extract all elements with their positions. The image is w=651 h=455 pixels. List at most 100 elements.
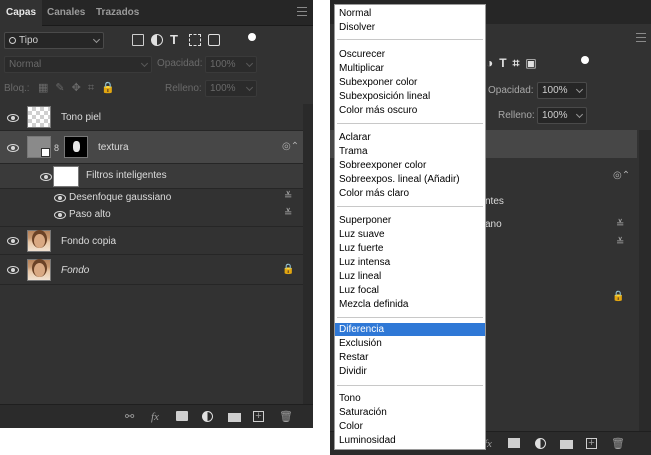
new-layer-icon[interactable]: + xyxy=(253,411,264,422)
smart-filters-label: Filtros inteligentes xyxy=(86,170,167,181)
menu-item-subexposicion-lineal[interactable]: Subexposición lineal xyxy=(335,90,485,103)
eye-icon[interactable] xyxy=(7,114,19,122)
filter-options-icon[interactable]: ≚ xyxy=(616,237,624,248)
filter-row[interactable]: Desenfoque gaussiano ≚ xyxy=(0,189,303,206)
menu-item-luminosidad[interactable]: Luminosidad xyxy=(335,434,485,447)
search-icon xyxy=(9,37,16,44)
layer-row[interactable]: Fondo 🔒 xyxy=(0,255,303,285)
menu-item-sobreexpos-lineal[interactable]: Sobreexpos. lineal (Añadir) xyxy=(335,173,485,186)
link-icon[interactable]: 8 xyxy=(54,143,59,153)
fx-icon[interactable]: fx xyxy=(151,411,159,423)
eye-icon[interactable] xyxy=(54,194,66,202)
filter-name: Desenfoque gaussiano xyxy=(69,192,172,203)
blend-mode-dropdown[interactable]: Normal xyxy=(4,56,152,73)
smart-object-filter-icon[interactable] xyxy=(208,34,220,46)
scrollbar[interactable] xyxy=(303,104,313,404)
new-layer-icon[interactable]: + xyxy=(586,438,597,449)
tab-capas[interactable]: Capas xyxy=(0,0,43,27)
menu-item-subexponer-color[interactable]: Subexponer color xyxy=(335,76,485,89)
photo-thumbnail xyxy=(27,230,51,252)
menu-item-oscurecer[interactable]: Oscurecer xyxy=(335,48,485,61)
adjustment-filter-icon[interactable] xyxy=(151,34,163,46)
menu-separator xyxy=(337,385,483,386)
trash-icon[interactable]: 🗑 xyxy=(611,438,625,450)
menu-item-trama[interactable]: Trama xyxy=(335,145,485,158)
menu-item-diferencia[interactable]: Diferencia xyxy=(335,323,485,336)
lock-icon: 🔒 xyxy=(612,291,625,302)
smart-filters-row[interactable]: Filtros inteligentes xyxy=(0,164,303,189)
menu-item-disolver[interactable]: Disolver xyxy=(335,21,485,34)
menu-item-color[interactable]: Color xyxy=(335,420,485,433)
filter-kind-label: Tipo xyxy=(19,35,39,46)
menu-item-normal[interactable]: Normal xyxy=(335,7,485,20)
menu-item-tono[interactable]: Tono xyxy=(335,392,485,405)
menu-separator xyxy=(337,206,483,207)
lock-label: Bloq.: xyxy=(4,83,30,94)
eye-icon[interactable] xyxy=(40,173,52,181)
opacity-label: Opacidad: xyxy=(157,58,203,69)
menu-item-luz-suave[interactable]: Luz suave xyxy=(335,228,485,241)
layer-row-selected[interactable]: 8 textura ◎⌃ xyxy=(0,131,303,164)
fill-input[interactable]: 100% xyxy=(205,80,257,97)
menu-item-mezcla-definida[interactable]: Mezcla definida xyxy=(335,298,485,311)
eye-icon[interactable] xyxy=(7,266,19,274)
filter-row[interactable]: Paso alto ≚ xyxy=(0,206,303,227)
adjustment-layer-icon[interactable] xyxy=(202,411,213,422)
blend-mode-menu: Normal Disolver Oscurecer Multiplicar Su… xyxy=(334,4,486,450)
layer-name: Tono piel xyxy=(61,112,102,123)
opacity-input[interactable]: 100% xyxy=(205,56,257,73)
filter-icons[interactable]: ◑T⌗▣ xyxy=(486,56,543,71)
fill-label: Relleno: xyxy=(498,110,535,121)
lock-icons[interactable]: ▦✎✥⌗🔒 xyxy=(38,81,122,95)
panel-menu-icon[interactable] xyxy=(636,33,646,42)
scrollbar[interactable] xyxy=(639,130,651,431)
menu-item-sobreexponer-color[interactable]: Sobreexponer color xyxy=(335,159,485,172)
layer-name-fragment: ntes xyxy=(485,196,504,207)
folder-icon[interactable] xyxy=(560,440,573,449)
filter-options-icon[interactable]: ≚ xyxy=(616,219,624,230)
eye-icon[interactable] xyxy=(54,211,66,219)
menu-item-luz-fuerte[interactable]: Luz fuerte xyxy=(335,242,485,255)
add-mask-icon[interactable] xyxy=(508,438,520,448)
opacity-input[interactable]: 100% xyxy=(537,82,587,99)
folder-icon[interactable] xyxy=(228,413,241,422)
fill-input[interactable]: 100% xyxy=(537,107,587,124)
filter-toggle-icon[interactable] xyxy=(581,56,589,64)
menu-item-color-mas-oscuro[interactable]: Color más oscuro xyxy=(335,104,485,117)
layer-row[interactable]: Fondo copia xyxy=(0,227,303,255)
filter-name: Paso alto xyxy=(69,209,111,220)
tab-canales[interactable]: Canales xyxy=(41,0,91,26)
menu-item-luz-intensa[interactable]: Luz intensa xyxy=(335,256,485,269)
panel-footer: ⚯ fx + 🗑 xyxy=(0,404,313,428)
filter-options-icon[interactable]: ≚ xyxy=(284,191,292,202)
type-filter-icon[interactable]: T xyxy=(170,33,182,46)
menu-item-luz-focal[interactable]: Luz focal xyxy=(335,284,485,297)
eye-icon[interactable] xyxy=(7,237,19,245)
panel-menu-icon[interactable] xyxy=(297,7,307,16)
adjustment-layer-icon[interactable] xyxy=(535,438,546,449)
add-mask-icon[interactable] xyxy=(176,411,188,421)
chevron-down-icon xyxy=(575,110,584,119)
layer-name: Fondo copia xyxy=(61,236,117,247)
menu-item-aclarar[interactable]: Aclarar xyxy=(335,131,485,144)
tab-trazados[interactable]: Trazados xyxy=(90,0,145,26)
menu-item-superponer[interactable]: Superponer xyxy=(335,214,485,227)
filter-options-icon[interactable]: ≚ xyxy=(284,208,292,219)
menu-item-exclusion[interactable]: Exclusión xyxy=(335,337,485,350)
menu-item-luz-lineal[interactable]: Luz lineal xyxy=(335,270,485,283)
menu-item-multiplicar[interactable]: Multiplicar xyxy=(335,62,485,75)
filter-mask-thumbnail xyxy=(53,166,79,187)
layer-row[interactable]: Tono piel xyxy=(0,104,303,131)
menu-item-saturacion[interactable]: Saturación xyxy=(335,406,485,419)
link-layers-icon[interactable]: ⚯ xyxy=(125,411,134,423)
trash-icon[interactable]: 🗑 xyxy=(279,411,293,423)
menu-item-restar[interactable]: Restar xyxy=(335,351,485,364)
filter-toggle-icon[interactable] xyxy=(248,33,256,41)
eye-icon[interactable] xyxy=(7,144,19,152)
menu-item-dividir[interactable]: Dividir xyxy=(335,365,485,378)
shape-filter-icon[interactable] xyxy=(189,34,201,46)
filter-kind-dropdown[interactable]: Tipo xyxy=(4,32,104,49)
pixel-filter-icon[interactable] xyxy=(132,34,144,46)
menu-item-color-mas-claro[interactable]: Color más claro xyxy=(335,187,485,200)
menu-separator xyxy=(337,39,483,40)
